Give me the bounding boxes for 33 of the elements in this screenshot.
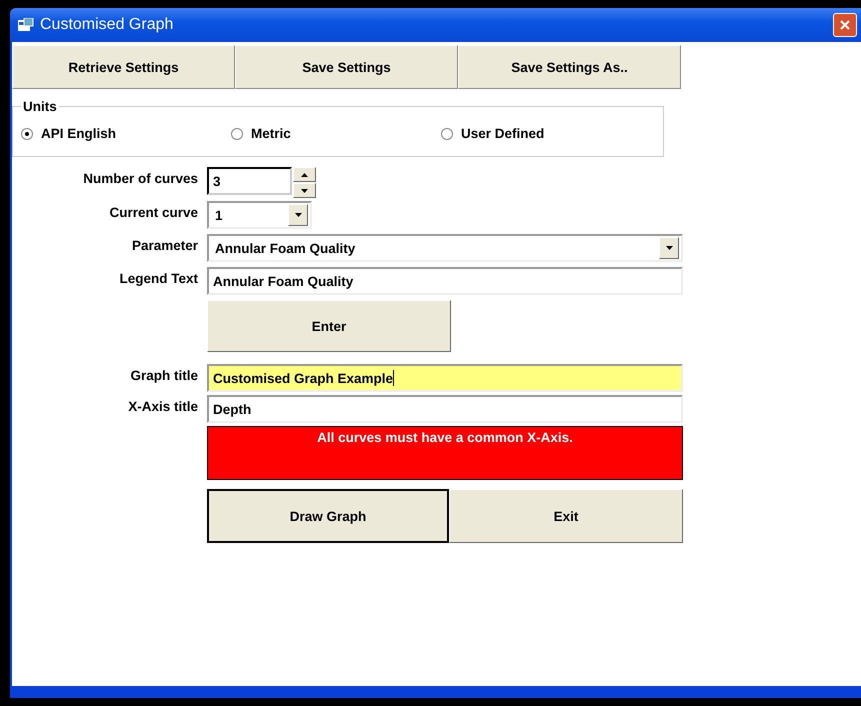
- text-field[interactable]: Depth: [207, 395, 683, 423]
- close-icon: [839, 19, 851, 31]
- radio-option[interactable]: User Defined: [441, 126, 651, 141]
- text-field[interactable]: Customised Graph Example: [207, 364, 683, 392]
- field-label: Legend Text: [118, 270, 198, 286]
- parameter-dropdown[interactable]: Annular Foam Quality: [207, 234, 683, 262]
- radio-option[interactable]: API English: [21, 126, 231, 141]
- close-button[interactable]: [833, 13, 857, 37]
- toolbar-button[interactable]: Retrieve Settings: [12, 45, 235, 89]
- toolbar-button[interactable]: Save Settings As..: [458, 45, 681, 89]
- down-arrow-icon: [666, 246, 672, 250]
- spin-down-button[interactable]: [293, 183, 316, 198]
- field-label: Parameter: [130, 237, 198, 253]
- field-label: Graph title: [129, 367, 198, 383]
- window-title: Customised Graph: [40, 16, 174, 34]
- radio-option[interactable]: Metric: [231, 126, 441, 141]
- action-button[interactable]: Exit: [449, 489, 683, 543]
- toolbar-button[interactable]: Save Settings: [235, 45, 458, 89]
- field-label: Current curve: [108, 204, 198, 220]
- spin-up-button[interactable]: [293, 167, 316, 182]
- field-label: X-Axis title: [127, 398, 198, 414]
- down-arrow-icon: [301, 188, 308, 192]
- field-label: Number of curves: [82, 170, 198, 186]
- warning-message: All curves must have a common X-Axis.: [207, 426, 683, 480]
- group-legend: Units: [21, 99, 59, 114]
- spin-field[interactable]: 3: [207, 167, 292, 195]
- up-arrow-icon: [301, 172, 308, 176]
- enter-button[interactable]: Enter: [207, 300, 451, 352]
- text-field[interactable]: Annular Foam Quality: [207, 267, 683, 295]
- down-arrow-icon: [294, 213, 302, 217]
- action-button[interactable]: Draw Graph: [207, 489, 449, 543]
- app-icon: [18, 18, 34, 32]
- curve-dropdown[interactable]: 1: [207, 201, 312, 229]
